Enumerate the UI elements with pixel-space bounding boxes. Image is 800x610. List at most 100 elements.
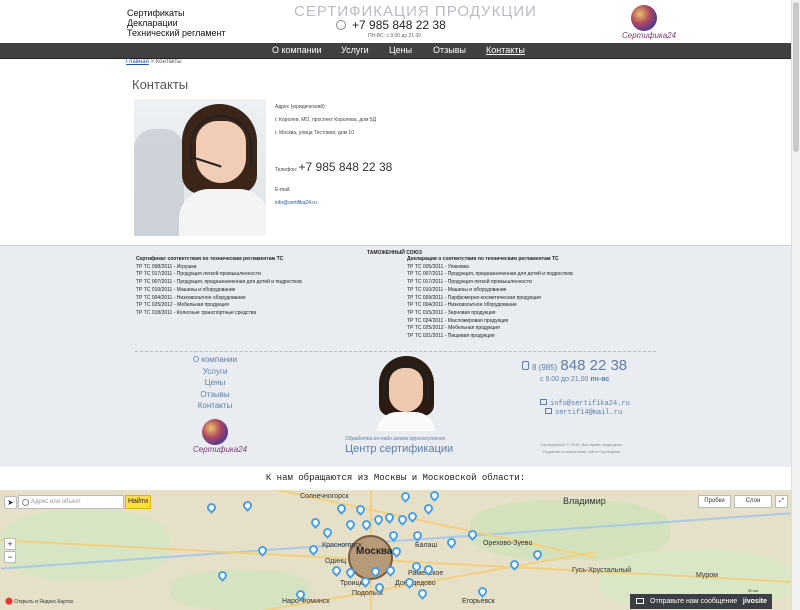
- map-fullscreen-button[interactable]: ⤢: [775, 495, 788, 508]
- map-pin-icon[interactable]: [405, 578, 414, 589]
- map-pin-icon[interactable]: [361, 577, 370, 588]
- nav-item-about[interactable]: О компании: [272, 45, 322, 55]
- yandex-pin-icon: ⬤: [5, 598, 13, 605]
- map-pin-icon[interactable]: [346, 568, 355, 579]
- footer-nav-services[interactable]: Услуги: [180, 366, 250, 378]
- map-pin-icon[interactable]: [374, 515, 383, 526]
- map-pin-icon[interactable]: [371, 567, 380, 578]
- page-scrollbar[interactable]: [791, 0, 800, 610]
- map-pin-icon[interactable]: [389, 531, 398, 542]
- map-pin-icon[interactable]: [510, 560, 519, 571]
- footer-nav-reviews[interactable]: Отзывы: [180, 389, 250, 401]
- certificates-head: Сертификат соответствия по техническим р…: [136, 256, 284, 262]
- phone-icon: [336, 20, 346, 30]
- map-pin-icon[interactable]: [309, 545, 318, 556]
- cert-item[interactable]: ТР ТС 018/2011 - Колесные транспортные с…: [136, 310, 302, 318]
- footer-email-2[interactable]: sertif14@mail.ru: [545, 408, 622, 417]
- footer-logo[interactable]: Сертифика24: [193, 419, 247, 457]
- cert-item[interactable]: ТР ТС 010/2011 - Машины и оборудование: [136, 287, 302, 295]
- open-yandex-text: Открыть в Яндекс.Картах: [14, 599, 74, 605]
- decl-item[interactable]: ТР ТС 004/2011 - Низковольтное оборудова…: [407, 302, 573, 310]
- map-search-input[interactable]: Адрес или объект: [18, 495, 124, 509]
- map-traffic-button[interactable]: Пробки: [698, 495, 731, 508]
- nav-item-services[interactable]: Услуги: [341, 45, 369, 55]
- map-pin-icon[interactable]: [386, 566, 395, 577]
- map-pin-icon[interactable]: [412, 562, 421, 573]
- map-layers-button[interactable]: Слои: [734, 495, 772, 508]
- nav-item-reviews[interactable]: Отзывы: [433, 45, 466, 55]
- map-pin-icon[interactable]: [243, 501, 252, 512]
- map-pin-icon[interactable]: [207, 503, 216, 514]
- decl-item[interactable]: ТР ТС 021/2011 - Пищевая продукция: [407, 333, 573, 341]
- decl-item[interactable]: ТР ТС 015/2011 - Зерновая продукция: [407, 310, 573, 318]
- decl-item[interactable]: ТР ТС 010/2011 - Машины и оборудование: [407, 287, 573, 295]
- map-locate-button[interactable]: ➤: [4, 496, 17, 509]
- map-pin-icon[interactable]: [385, 513, 394, 524]
- map-zoom-out-button[interactable]: −: [4, 551, 16, 563]
- nav-item-prices[interactable]: Цены: [389, 45, 412, 55]
- address-line-2: г. Москва, улица Тестовая, дом 10: [275, 130, 354, 136]
- breadcrumb-separator: >: [148, 59, 156, 65]
- copyright-line-1: Сертифика24 © 2016. Все права защищены: [540, 442, 622, 447]
- decl-item[interactable]: ТР ТС 007/2011 - Продукция, предназначен…: [407, 271, 573, 279]
- cert-item[interactable]: ТР ТС 025/2012 - Мебельная продукция: [136, 302, 302, 310]
- map-pin-icon[interactable]: [375, 583, 384, 594]
- decl-item[interactable]: ТР ТС 024/2011 - Масложировая продукция: [407, 318, 573, 326]
- map-pin-icon[interactable]: [468, 530, 477, 541]
- header-phone-number: +7 985 848 22 38: [352, 18, 446, 32]
- header-doc-links: Сертификаты Декларации Технический регла…: [127, 8, 226, 38]
- breadcrumb-home[interactable]: Главная: [126, 59, 149, 65]
- map-label: Одинц: [325, 558, 347, 565]
- map-pin-icon[interactable]: [447, 538, 456, 549]
- footer-email-1[interactable]: info@sertifika24.ru: [540, 399, 630, 408]
- doc-link-certificates[interactable]: Сертификаты: [127, 8, 226, 18]
- map-pin-icon[interactable]: [533, 550, 542, 561]
- map-pin-icon[interactable]: [398, 515, 407, 526]
- cert-item[interactable]: ТР ТС 004/2011 - Низковольтное оборудова…: [136, 295, 302, 303]
- map-pin-icon[interactable]: [478, 587, 487, 598]
- map-open-yandex-link[interactable]: ⬤ Открыть в Яндекс.Картах: [5, 597, 73, 605]
- decl-item[interactable]: ТР ТС 017/2011 - Продукция легкой промыш…: [407, 279, 573, 287]
- map-pin-icon[interactable]: [356, 505, 365, 516]
- footer-operator-photo: [369, 354, 439, 431]
- site-header: Сертификаты Декларации Технический регла…: [0, 0, 791, 43]
- map-label: Солнечногорск: [300, 493, 349, 500]
- cert-item[interactable]: ТР ТС 017/2011 - Продукция легкой промыш…: [136, 271, 302, 279]
- map-label: Наро-Фоминск: [282, 598, 330, 605]
- map-pin-icon[interactable]: [401, 492, 410, 503]
- cert-item[interactable]: ТР ТС 007/2011 - Продукция, предназначен…: [136, 279, 302, 287]
- nav-item-contacts[interactable]: Контакты: [486, 45, 525, 55]
- doc-link-declarations[interactable]: Декларации: [127, 18, 226, 28]
- map-pin-icon[interactable]: [332, 566, 341, 577]
- map-pin-icon[interactable]: [323, 528, 332, 539]
- map-pin-icon[interactable]: [337, 504, 346, 515]
- map-pin-icon[interactable]: [408, 512, 417, 523]
- map-pin-icon[interactable]: [218, 571, 227, 582]
- map-find-button[interactable]: Найти: [125, 495, 151, 509]
- decl-item[interactable]: ТР ТС 025/2012 - Мебельная продукция: [407, 325, 573, 333]
- map-pin-icon[interactable]: [424, 565, 433, 576]
- map-pin-icon[interactable]: [418, 589, 427, 600]
- footer-nav-about[interactable]: О компании: [180, 354, 250, 366]
- doc-link-tech-regulation[interactable]: Технический регламент: [127, 28, 226, 38]
- map-label: Егорьевск: [462, 598, 495, 605]
- contact-email-link[interactable]: info@sertifika24.ru: [275, 200, 317, 206]
- site-logo[interactable]: Сертифика24: [622, 5, 676, 43]
- footer-nav-prices[interactable]: Цены: [180, 377, 250, 389]
- map-pin-icon[interactable]: [430, 491, 439, 502]
- map-pin-icon[interactable]: [362, 520, 371, 531]
- map-scale: 30 км: [748, 588, 759, 593]
- footer-nav-contacts[interactable]: Контакты: [180, 400, 250, 412]
- map-label: Муром: [696, 572, 718, 579]
- map-zoom-in-button[interactable]: +: [4, 538, 16, 550]
- map-pin-icon[interactable]: [392, 547, 401, 558]
- map-pin-icon[interactable]: [346, 520, 355, 531]
- map-pin-icon[interactable]: [296, 590, 305, 601]
- map-pin-icon[interactable]: [424, 504, 433, 515]
- map-pin-icon[interactable]: [413, 531, 422, 542]
- map-pin-icon[interactable]: [258, 546, 267, 557]
- scrollbar-thumb[interactable]: [793, 2, 799, 152]
- map-pin-icon[interactable]: [311, 518, 320, 529]
- jivosite-chat-button[interactable]: Отправьте нам сообщение jivosite: [630, 594, 772, 609]
- decl-item[interactable]: ТР ТС 009/2011 - Парфюмерно-косметическа…: [407, 295, 573, 303]
